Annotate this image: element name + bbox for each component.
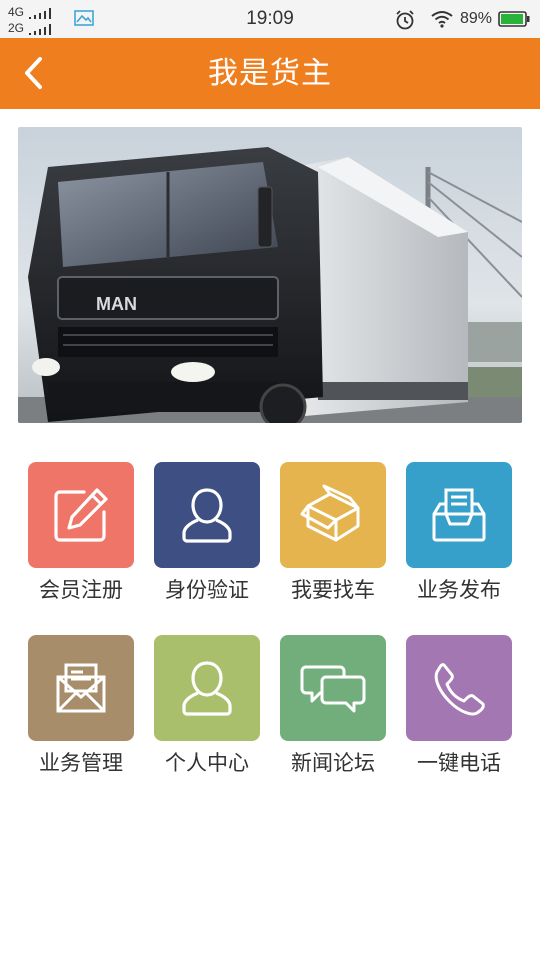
tile-business-publish[interactable]: 业务发布 xyxy=(406,462,512,612)
chat-bubbles-icon xyxy=(300,665,366,713)
tile-identity-verify[interactable]: 身份验证 xyxy=(154,462,260,612)
battery-percent: 89% xyxy=(460,10,493,27)
back-button[interactable] xyxy=(12,50,58,96)
tile-icon-box xyxy=(28,635,134,741)
tile-label: 我要找车 xyxy=(291,578,375,602)
wifi-icon xyxy=(431,11,453,28)
tile-news-forum[interactable]: 新闻论坛 xyxy=(280,635,386,785)
tile-icon-box xyxy=(280,635,386,741)
chevron-left-icon xyxy=(25,57,42,89)
envelope-icon xyxy=(56,663,106,713)
tile-business-manage[interactable]: 业务管理 xyxy=(28,635,134,785)
tile-icon-box xyxy=(280,462,386,568)
tile-icon-box xyxy=(154,462,260,568)
tile-label: 身份验证 xyxy=(165,578,249,602)
tile-member-register[interactable]: 会员注册 xyxy=(28,462,134,612)
tile-one-key-call[interactable]: 一键电话 xyxy=(406,635,512,785)
battery-icon xyxy=(498,11,530,27)
inbox-tray-icon xyxy=(432,488,486,542)
truck-photo: MAN xyxy=(18,127,522,423)
tile-label: 个人中心 xyxy=(165,751,249,775)
package-box-icon xyxy=(300,484,360,542)
clock: 19:09 xyxy=(246,8,294,29)
page-title: 我是货主 xyxy=(208,56,332,91)
tile-label: 一键电话 xyxy=(417,751,501,775)
tile-icon-box xyxy=(28,462,134,568)
user-icon xyxy=(182,488,232,543)
tile-label: 业务发布 xyxy=(417,578,501,602)
user-icon xyxy=(182,661,232,716)
pencil-edit-icon xyxy=(54,488,108,542)
tile-label: 新闻论坛 xyxy=(291,751,375,775)
phone-icon xyxy=(434,663,485,716)
truck-brand-text: MAN xyxy=(96,294,137,314)
tile-label: 业务管理 xyxy=(39,751,123,775)
banner-image[interactable]: MAN xyxy=(18,127,522,423)
alarm-icon xyxy=(396,10,414,30)
tile-icon-box xyxy=(406,462,512,568)
status-bar: 4G 2G 19:09 89% xyxy=(0,0,540,38)
title-bar: 我是货主 xyxy=(0,38,540,109)
tile-icon-box xyxy=(406,635,512,741)
tile-find-truck[interactable]: 我要找车 xyxy=(280,462,386,612)
tile-personal-center[interactable]: 个人中心 xyxy=(154,635,260,785)
tile-icon-box xyxy=(154,635,260,741)
tile-label: 会员注册 xyxy=(39,578,123,602)
